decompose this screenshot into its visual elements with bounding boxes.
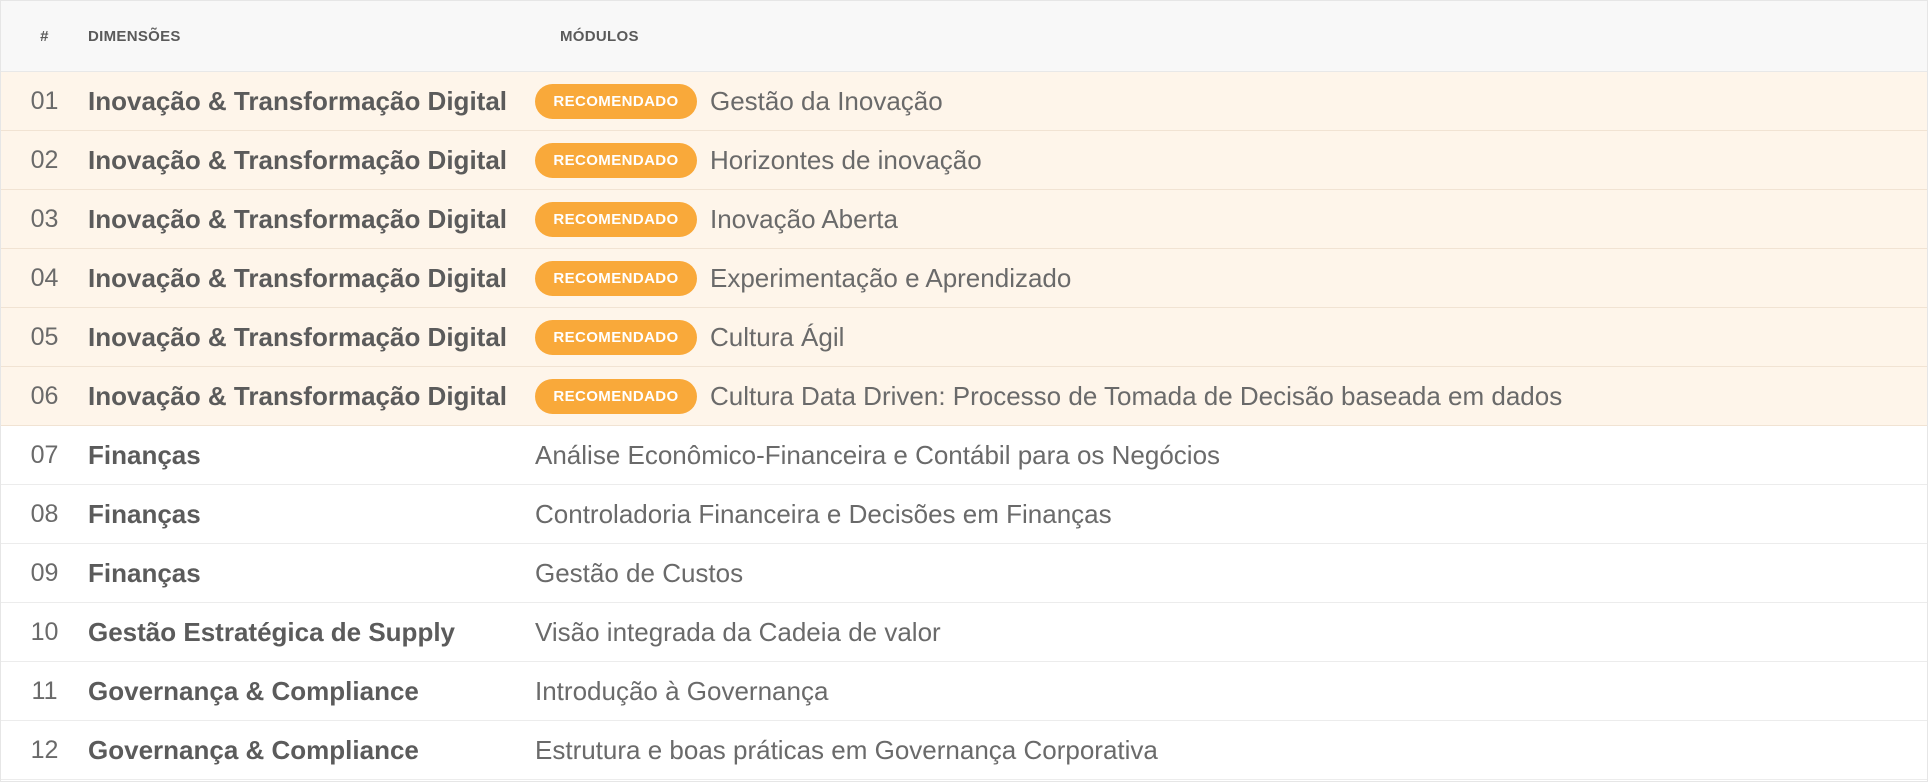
row-module-cell: Controladoria Financeira e Decisões em F… xyxy=(535,499,1927,530)
row-dimension: Inovação & Transformação Digital xyxy=(88,144,508,175)
recommended-badge: RECOMENDADO xyxy=(535,378,697,414)
row-dimension: Governança & Compliance xyxy=(88,734,419,765)
row-number: 04 xyxy=(30,263,59,292)
row-module[interactable]: Horizontes de inovação xyxy=(710,145,982,176)
row-module-cell: RECOMENDADO Inovação Aberta xyxy=(535,201,1927,237)
row-module[interactable]: Controladoria Financeira e Decisões em F… xyxy=(535,499,1112,530)
row-dimension: Inovação & Transformação Digital xyxy=(88,380,508,411)
recommended-badge: RECOMENDADO xyxy=(535,319,697,355)
row-module[interactable]: Experimentação e Aprendizado xyxy=(710,263,1071,294)
modules-table: # DIMENSÕES MÓDULOS 01 Inovação & Transfo… xyxy=(0,0,1928,782)
row-number: 07 xyxy=(30,440,59,469)
table-row[interactable]: 07 Finanças Análise Econômico-Financeira e… xyxy=(1,426,1927,485)
table-row[interactable]: 03 Inovação & Transformação Digital RECOME… xyxy=(1,190,1927,249)
row-dimension: Inovação & Transformação Digital xyxy=(88,203,508,234)
row-dimension: Inovação & Transformação Digital xyxy=(88,85,508,116)
row-number: 05 xyxy=(30,322,59,351)
row-module-cell: RECOMENDADO Experimentação e Aprendizado xyxy=(535,260,1927,296)
row-module[interactable]: Inovação Aberta xyxy=(710,204,898,235)
row-module-cell: RECOMENDADO Gestão da Inovação xyxy=(535,83,1927,119)
row-number: 06 xyxy=(30,381,59,410)
row-dimension: Governança & Compliance xyxy=(88,675,419,706)
table-row[interactable]: 08 Finanças Controladoria Financeira e Dec… xyxy=(1,485,1927,544)
table-header: # DIMENSÕES MÓDULOS xyxy=(1,1,1927,72)
row-number: 11 xyxy=(31,676,58,705)
table-row[interactable]: 09 Finanças Gestão de Custos xyxy=(1,544,1927,603)
row-number: 01 xyxy=(30,86,59,115)
row-module-cell: Estrutura e boas práticas em Governança … xyxy=(535,735,1927,766)
row-module-cell: Visão integrada da Cadeia de valor xyxy=(535,617,1927,648)
row-dimension: Finanças xyxy=(88,439,201,470)
row-module[interactable]: Introdução à Governança xyxy=(535,676,828,707)
row-module[interactable]: Gestão da Inovação xyxy=(710,86,943,117)
table-row[interactable]: 05 Inovação & Transformação Digital RECOME… xyxy=(1,308,1927,367)
row-number: 02 xyxy=(30,145,59,174)
recommended-badge: RECOMENDADO xyxy=(535,201,697,237)
row-module[interactable]: Visão integrada da Cadeia de valor xyxy=(535,617,941,648)
recommended-badge: RECOMENDADO xyxy=(535,83,697,119)
row-dimension: Finanças xyxy=(88,498,201,529)
row-dimension: Inovação & Transformação Digital xyxy=(88,321,508,352)
row-module-cell: RECOMENDADO Cultura Data Driven: Processo… xyxy=(535,378,1927,414)
row-number: 10 xyxy=(30,617,59,646)
row-module-cell: RECOMENDADO Horizontes de inovação xyxy=(535,142,1927,178)
row-number: 09 xyxy=(30,558,59,587)
row-module[interactable]: Gestão de Custos xyxy=(535,558,743,589)
row-module-cell: Gestão de Custos xyxy=(535,558,1927,589)
row-module-cell: RECOMENDADO Cultura Ágil xyxy=(535,319,1927,355)
table-row[interactable]: 06 Inovação & Transformação Digital RECOME… xyxy=(1,367,1927,426)
table-row[interactable]: 11 Governança & Compliance Introdução à Go… xyxy=(1,662,1927,721)
header-dimensions: DIMENSÕES xyxy=(88,27,181,45)
recommended-badge: RECOMENDADO xyxy=(535,142,697,178)
row-dimension: Inovação & Transformação Digital xyxy=(88,262,508,293)
recommended-badge: RECOMENDADO xyxy=(535,260,697,296)
table-body: 01 Inovação & Transformação Digital RECOME… xyxy=(1,72,1927,780)
row-number: 08 xyxy=(30,499,59,528)
table-row[interactable]: 10 Gestão Estratégica de Supply Visão inte… xyxy=(1,603,1927,662)
row-dimension: Gestão Estratégica de Supply xyxy=(88,616,456,647)
row-module-cell: Introdução à Governança xyxy=(535,676,1927,707)
row-module[interactable]: Estrutura e boas práticas em Governança … xyxy=(535,735,1158,766)
table-row[interactable]: 01 Inovação & Transformação Digital RECOME… xyxy=(1,72,1927,131)
table-row[interactable]: 02 Inovação & Transformação Digital RECOME… xyxy=(1,131,1927,190)
row-module[interactable]: Cultura Ágil xyxy=(710,322,844,353)
header-num: # xyxy=(40,27,49,45)
row-dimension: Finanças xyxy=(88,557,201,588)
row-number: 12 xyxy=(30,735,59,764)
row-module[interactable]: Cultura Data Driven: Processo de Tomada … xyxy=(710,381,1562,412)
table-row[interactable]: 12 Governança & Compliance Estrutura e boa… xyxy=(1,721,1927,780)
row-number: 03 xyxy=(30,204,59,233)
table-row[interactable]: 04 Inovação & Transformação Digital RECOME… xyxy=(1,249,1927,308)
row-module[interactable]: Análise Econômico-Financeira e Contábil … xyxy=(535,440,1220,471)
row-module-cell: Análise Econômico-Financeira e Contábil … xyxy=(535,440,1927,471)
header-modules: MÓDULOS xyxy=(560,27,639,45)
